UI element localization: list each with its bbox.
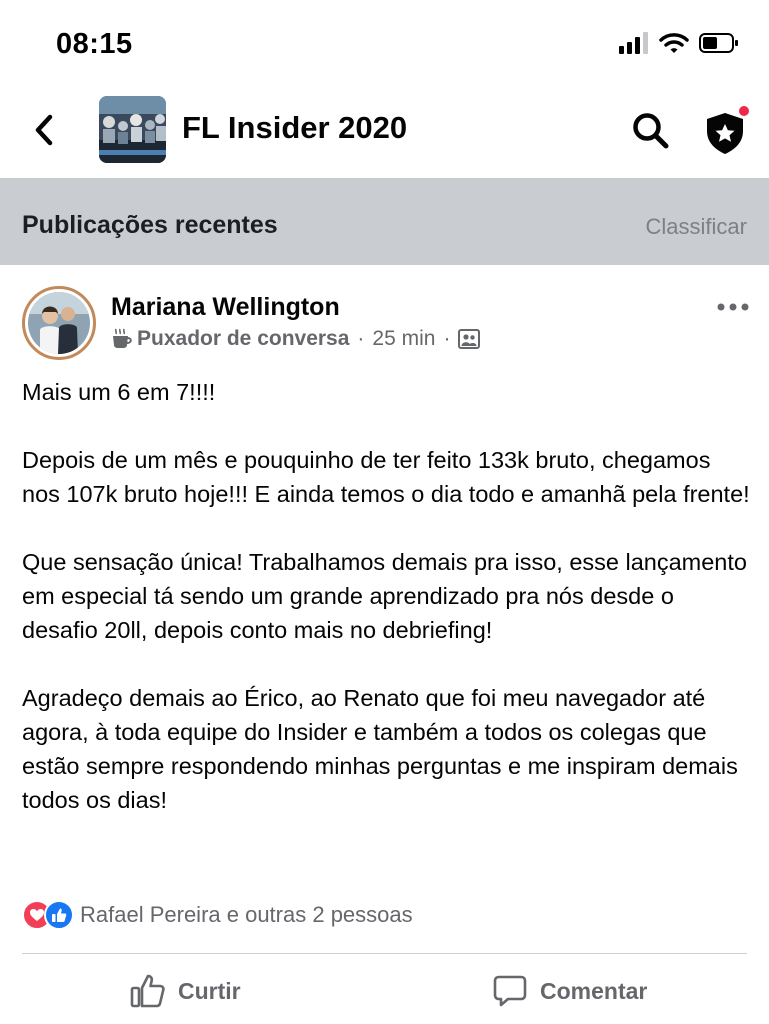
post-text: Mais um 6 em 7!!!! Depois de um mês e po…	[22, 375, 752, 817]
post-paragraph: Mais um 6 em 7!!!!	[22, 379, 216, 405]
admin-tools-button[interactable]	[700, 102, 752, 158]
like-label: Curtir	[178, 977, 241, 1004]
group-title[interactable]: FL Insider 2020	[182, 110, 407, 146]
post-paragraph: Depois de um mês e pouquinho de ter feit…	[22, 447, 750, 507]
search-button[interactable]	[628, 108, 674, 154]
chevron-left-icon	[35, 114, 53, 146]
coffee-cup-icon	[113, 328, 132, 348]
battery-icon	[699, 32, 739, 59]
wifi-icon	[659, 32, 689, 59]
thumbs-up-icon	[130, 974, 165, 1008]
group-cover-thumbnail[interactable]	[99, 96, 166, 163]
comment-button[interactable]: Comentar	[492, 973, 647, 1009]
post-paragraph: Agradeço demais ao Érico, ao Renato que …	[22, 685, 738, 813]
reactions-summary[interactable]: Rafael Pereira e outras 2 pessoas	[22, 900, 413, 930]
like-button[interactable]: Curtir	[130, 973, 241, 1009]
status-icons	[619, 32, 739, 59]
section-title: Publicações recentes	[22, 211, 278, 239]
like-reaction-icon	[44, 900, 74, 930]
divider	[22, 953, 747, 954]
post-author[interactable]: Mariana Wellington	[111, 293, 340, 322]
reactions-text: Rafael Pereira e outras 2 pessoas	[80, 902, 413, 927]
group-header: FL Insider 2020	[0, 88, 769, 178]
sort-button[interactable]: Classificar	[646, 214, 747, 240]
post-card: Mariana Wellington Puxador de conversa ·…	[0, 265, 769, 1024]
status-time: 08:15	[56, 28, 133, 60]
comment-bubble-icon	[493, 975, 527, 1007]
meta-separator: ·	[357, 327, 365, 350]
more-dots-icon	[717, 303, 749, 311]
post-paragraph: Que sensação única! Trabalhamos demais p…	[22, 549, 747, 643]
status-bar: 08:15	[0, 0, 769, 88]
comment-label: Comentar	[540, 977, 648, 1004]
post-time[interactable]: 25 min	[372, 327, 435, 351]
meta-separator: ·	[443, 327, 451, 350]
post-meta: Puxador de conversa · 25 min ·	[111, 327, 481, 351]
group-privacy-icon	[458, 329, 481, 349]
member-badge[interactable]: Puxador de conversa	[137, 327, 349, 351]
recent-posts-bar: Publicações recentes Classificar	[0, 178, 769, 265]
avatar[interactable]	[22, 286, 96, 360]
signal-icon	[619, 32, 649, 59]
back-button[interactable]	[22, 108, 66, 152]
admin-shield-star-icon	[707, 106, 749, 154]
more-options-button[interactable]	[717, 293, 749, 313]
search-icon	[633, 113, 669, 149]
